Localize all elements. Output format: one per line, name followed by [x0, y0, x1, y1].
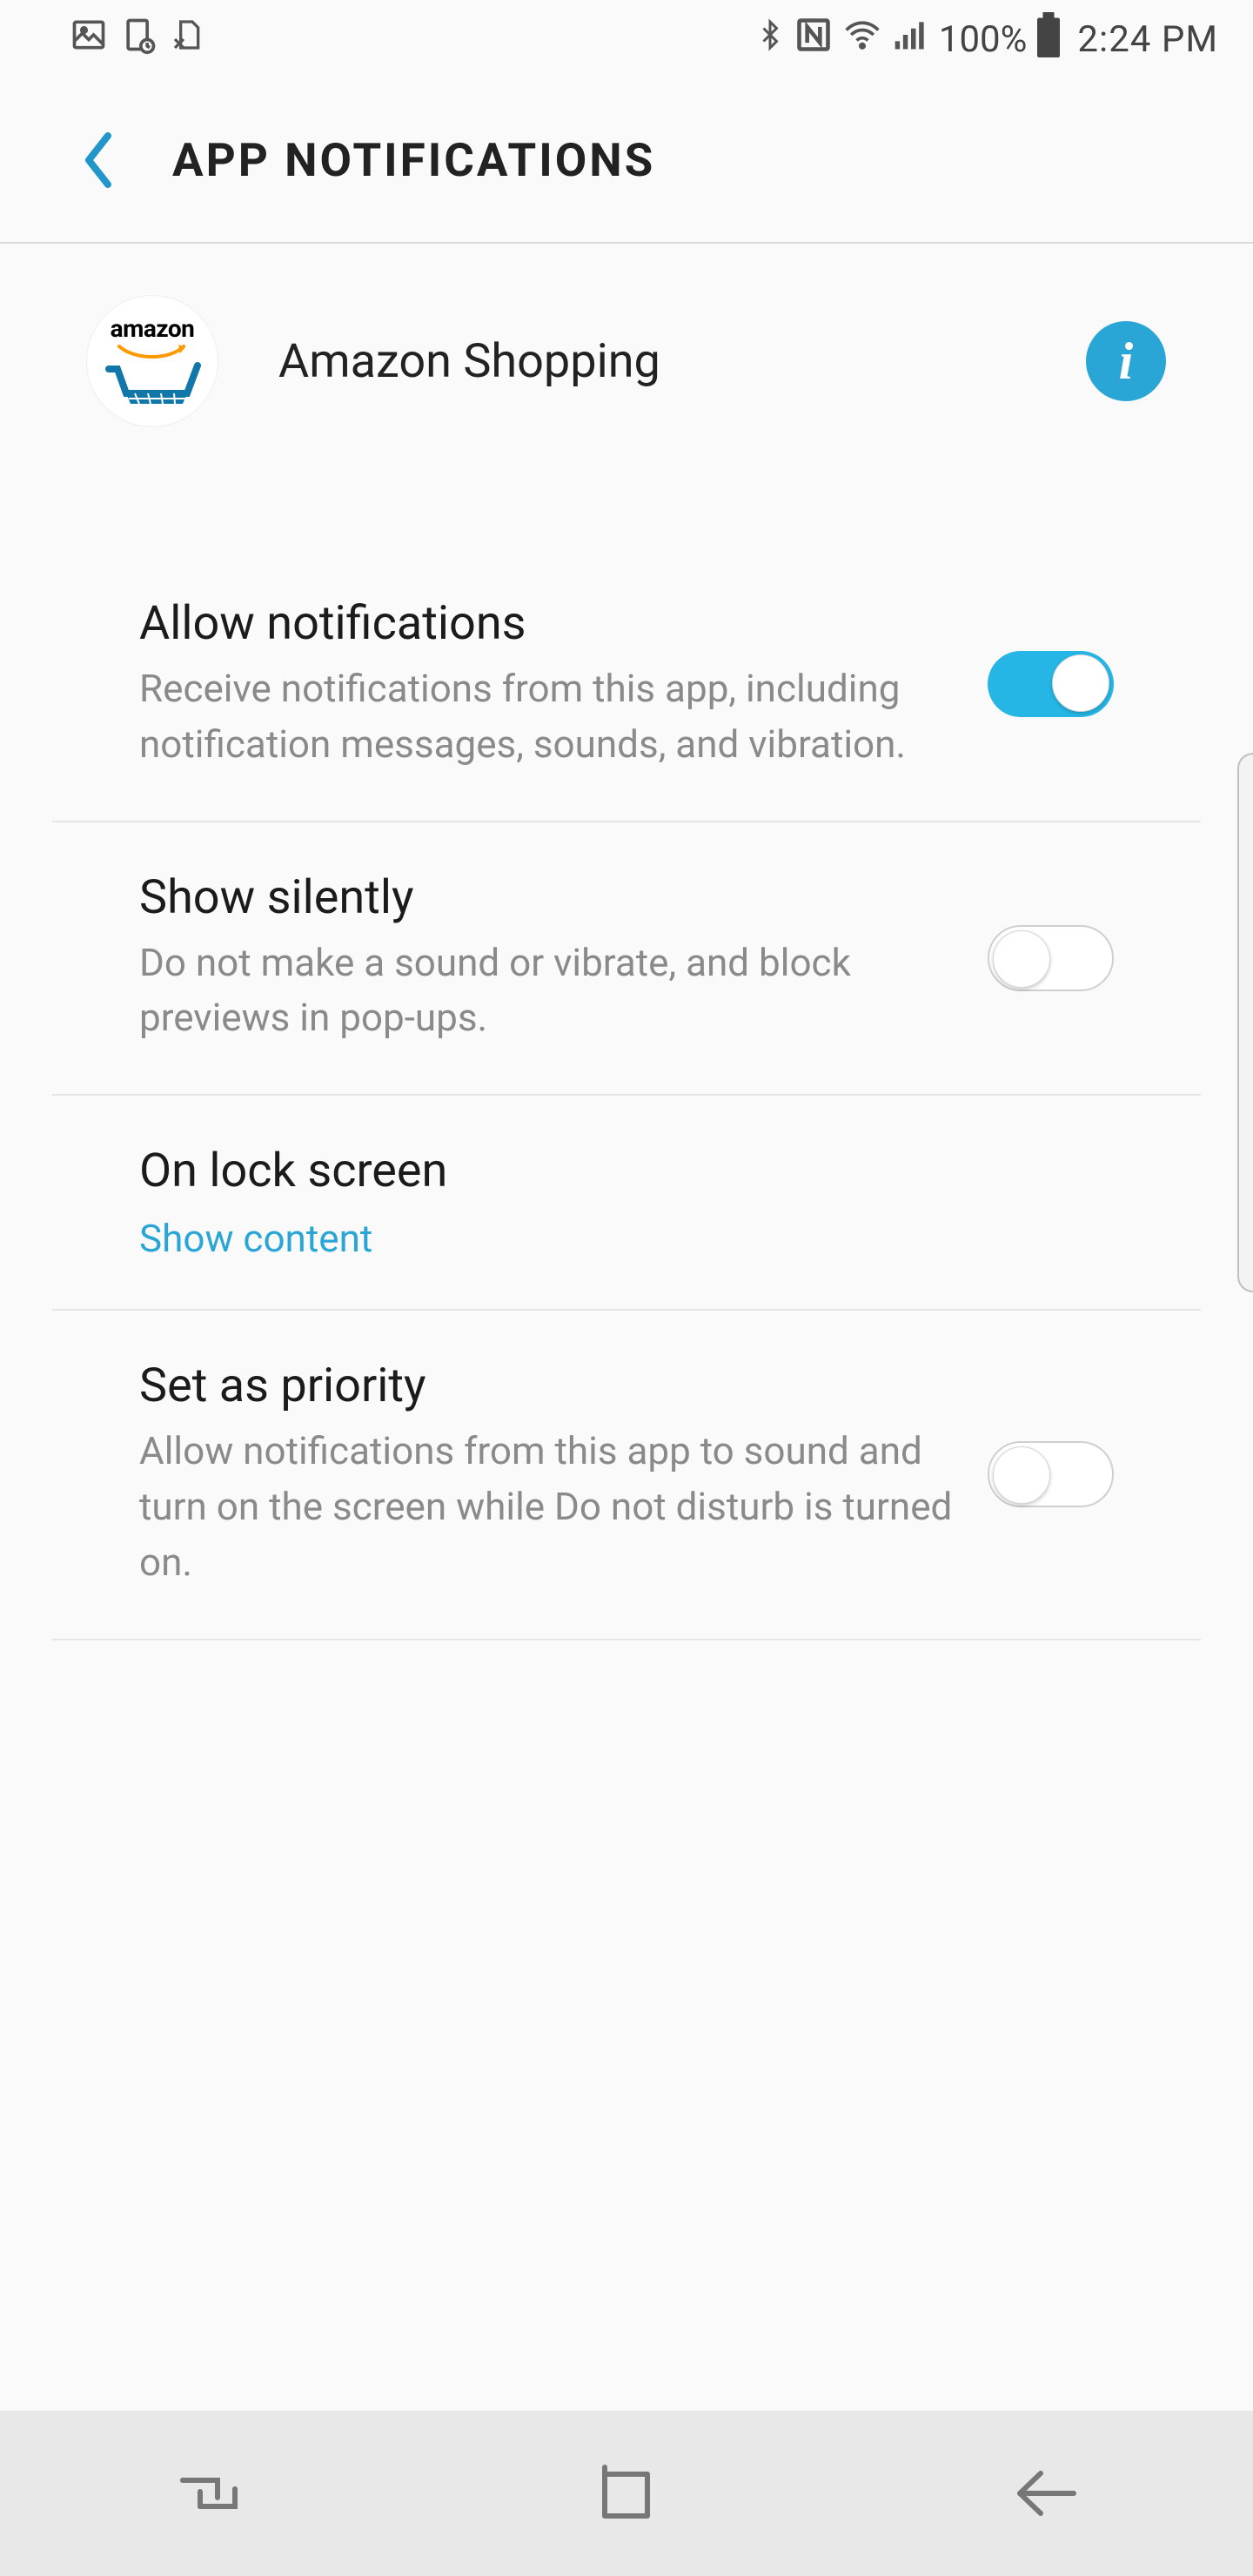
app-header-row: amazon Amazon Shopping i	[0, 244, 1253, 479]
app-name: Amazon Shopping	[278, 334, 1025, 389]
setting-allow-notifications[interactable]: Allow notifications Receive notification…	[52, 548, 1201, 822]
status-right-icons: 100% 2:24 PM	[754, 12, 1218, 66]
setting-set-as-priority[interactable]: Set as priority Allow notifications from…	[52, 1311, 1201, 1640]
setting-desc: Allow notifications from this app to sou…	[139, 1424, 953, 1590]
setting-title: Show silently	[139, 870, 953, 925]
setting-desc: Receive notifications from this app, inc…	[139, 661, 953, 773]
setting-title: Allow notifications	[139, 596, 953, 651]
status-left-icons	[70, 16, 205, 63]
toggle-allow-notifications[interactable]	[988, 651, 1114, 717]
setting-title: Set as priority	[139, 1358, 953, 1413]
battery-icon	[1035, 12, 1062, 66]
wifi-icon	[841, 16, 883, 63]
navigation-bar	[0, 2411, 1253, 2576]
recents-button[interactable]	[157, 2441, 261, 2546]
cellular-icon	[892, 16, 930, 63]
app-icon: amazon	[87, 296, 218, 426]
amazon-smile-icon	[117, 345, 187, 359]
setting-desc: Do not make a sound or vibrate, and bloc…	[139, 936, 953, 1047]
settings-list: Allow notifications Receive notification…	[0, 479, 1253, 1640]
sim-icon	[171, 16, 205, 63]
back-nav-button[interactable]	[992, 2441, 1096, 2546]
titlebar: APP NOTIFICATIONS	[0, 78, 1253, 244]
setting-show-silently[interactable]: Show silently Do not make a sound or vib…	[52, 822, 1201, 1097]
scroll-indicator[interactable]	[1237, 753, 1253, 1292]
status-bar: 100% 2:24 PM	[0, 0, 1253, 78]
info-button[interactable]: i	[1086, 321, 1166, 401]
toggle-set-as-priority[interactable]	[988, 1441, 1114, 1507]
bluetooth-icon	[754, 16, 786, 63]
cart-icon	[100, 362, 204, 406]
nfc-icon	[794, 16, 833, 63]
content: amazon Amazon Shopping i	[0, 244, 1253, 2576]
page-title: APP NOTIFICATIONS	[172, 133, 655, 187]
picture-icon	[70, 16, 108, 63]
back-button[interactable]	[78, 129, 120, 191]
setting-title: On lock screen	[139, 1144, 1114, 1198]
toggle-show-silently[interactable]	[988, 925, 1114, 991]
setting-value: Show content	[139, 1216, 1114, 1261]
home-button[interactable]	[574, 2441, 679, 2546]
clock-time: 2:24 PM	[1077, 18, 1218, 61]
setting-on-lock-screen[interactable]: On lock screen Show content	[52, 1096, 1201, 1311]
media-icon	[120, 16, 158, 63]
app-icon-word: amazon	[111, 317, 195, 341]
battery-percent: 100%	[939, 18, 1028, 61]
